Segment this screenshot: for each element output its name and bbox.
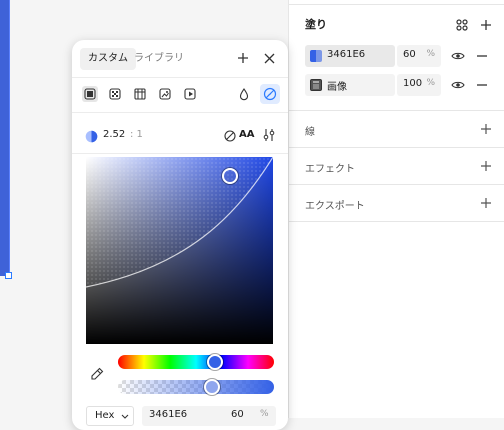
divider [72,112,288,113]
fill-opacity-value[interactable]: 100 [403,78,422,89]
divider [72,153,288,154]
saturation-value-area[interactable] [86,157,273,344]
contrast-fail-icon[interactable] [223,129,236,142]
contrast-settings-icon[interactable] [262,128,276,142]
color-handle[interactable] [221,167,238,184]
add-style-plus-icon[interactable] [236,51,250,65]
stroke-section: 線 [289,110,504,147]
resize-handle[interactable] [5,272,12,279]
fill-image-field[interactable]: 画像 [305,74,395,96]
divider [72,77,288,78]
properties-panel: 塗り 3461E6 60 % 画像 100 % 線 エフェクト エクスポート [288,0,504,418]
fill-opacity-field[interactable]: 60 % [397,45,441,67]
opacity-slider-handle[interactable] [203,379,220,395]
close-icon[interactable] [262,51,276,65]
percent-unit: % [426,78,435,88]
solid-fill-icon[interactable] [82,86,98,102]
eyedropper-mode-icon[interactable] [260,84,280,104]
contrast-suffix: : 1 [130,129,143,140]
eye-icon[interactable] [451,49,465,63]
contrast-circle-icon [84,129,98,143]
fill-section-header: 塗り [289,8,504,38]
divider [289,4,504,5]
fill-image-label[interactable]: 画像 [327,78,347,93]
pattern-fill-icon[interactable] [157,86,173,102]
remove-fill-minus-icon[interactable] [475,49,489,63]
chevron-down-icon[interactable] [120,412,129,421]
eye-icon[interactable] [451,78,465,92]
remove-fill-minus-icon[interactable] [475,78,489,92]
add-export-plus-icon[interactable] [479,196,493,210]
gradient-fill-icon[interactable] [107,86,123,102]
color-picker-popup: カスタム ライブラリ 2.52 : 1 AA Hex 3461E6 60 % [72,40,288,430]
blend-mode-drop-icon[interactable] [236,86,252,102]
color-value-row: Hex 3461E6 60 % [86,406,276,426]
add-stroke-plus-icon[interactable] [479,122,493,136]
tab-library[interactable]: ライブラリ [134,48,184,70]
image-fill-icon[interactable] [132,86,148,102]
fill-color-field[interactable]: 3461E6 [305,45,395,67]
styles-grid-icon[interactable] [455,18,469,32]
solid-swatch-icon[interactable] [310,50,322,62]
add-effect-plus-icon[interactable] [479,159,493,173]
fill-row[interactable]: 3461E6 60 % [305,45,487,67]
selection-outline [9,0,10,276]
color-space-select[interactable]: Hex [86,406,134,426]
fill-title: 塗り [305,18,327,31]
opacity-input[interactable]: 60 [231,409,244,420]
stroke-label: 線 [305,127,315,138]
color-space-value[interactable]: Hex [95,410,114,421]
hue-slider[interactable] [118,354,274,370]
contrast-checker: 2.52 : 1 AA [84,128,278,144]
hex-input[interactable]: 3461E6 [149,409,187,420]
export-section: エクスポート [289,184,504,222]
opacity-slider[interactable] [118,379,274,395]
image-thumbnail-icon[interactable] [310,79,322,91]
add-fill-plus-icon[interactable] [479,18,493,32]
export-label: エクスポート [305,201,365,212]
percent-unit: % [426,49,435,59]
effects-section: エフェクト [289,147,504,184]
fill-opacity-value[interactable]: 60 [403,49,416,60]
contrast-ratio: 2.52 [103,129,126,140]
eyedropper-icon[interactable] [89,366,105,382]
fill-row[interactable]: 画像 100 % [305,74,487,96]
fill-opacity-field[interactable]: 100 % [397,74,441,96]
opacity-track [118,380,274,394]
fill-hex-label[interactable]: 3461E6 [327,49,365,60]
tab-custom[interactable]: カスタム [80,48,136,70]
effects-label: エフェクト [305,164,355,175]
hex-opacity-field[interactable]: 3461E6 60 % [142,406,276,426]
contrast-level: AA [239,129,255,140]
hue-slider-handle[interactable] [206,354,223,370]
video-fill-icon[interactable] [182,86,198,102]
